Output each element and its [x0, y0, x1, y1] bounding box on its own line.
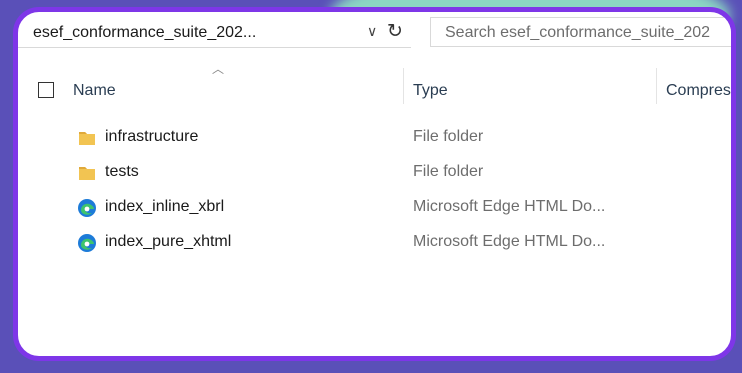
column-header-compressed[interactable]: Compres — [666, 82, 731, 100]
file-name: infrastructure — [105, 128, 199, 145]
list-item[interactable]: index_inline_xbrl Microsoft Edge HTML Do… — [18, 190, 731, 225]
select-all-checkbox[interactable] — [38, 82, 54, 98]
file-type: Microsoft Edge HTML Do... — [413, 198, 606, 215]
search-input[interactable]: Search esef_conformance_suite_202 — [430, 17, 731, 47]
folder-icon — [79, 167, 95, 180]
folder-icon — [79, 132, 95, 145]
column-header: ︿ Name Type Compres — [18, 62, 731, 112]
file-name: index_pure_xhtml — [105, 233, 232, 250]
path-chevron-icon[interactable]: › — [13, 22, 16, 43]
list-item[interactable]: index_pure_xhtml Microsoft Edge HTML Do.… — [18, 225, 731, 260]
file-name: index_inline_xbrl — [105, 198, 225, 215]
file-name: tests — [105, 163, 139, 180]
edge-icon — [78, 234, 96, 252]
column-divider[interactable] — [656, 68, 657, 104]
column-header-type[interactable]: Type — [413, 82, 448, 100]
file-type: File folder — [413, 163, 484, 180]
list-item[interactable]: infrastructure File folder — [18, 120, 731, 155]
address-path[interactable]: esef_conformance_suite_202... — [33, 24, 256, 42]
chevron-down-icon[interactable]: ∨ — [367, 23, 377, 40]
list-item[interactable]: tests File folder — [18, 155, 731, 190]
column-divider[interactable] — [403, 68, 404, 104]
address-bar[interactable]: › esef_conformance_suite_202... ∨ ↻ — [18, 17, 411, 48]
file-type: File folder — [413, 128, 484, 145]
column-header-name[interactable]: Name — [73, 82, 116, 100]
sort-up-icon: ︿ — [212, 62, 225, 76]
file-type: Microsoft Edge HTML Do... — [413, 233, 606, 250]
edge-icon — [78, 199, 96, 217]
refresh-icon[interactable]: ↻ — [387, 20, 403, 43]
search-placeholder: Search esef_conformance_suite_202 — [445, 24, 711, 41]
explorer-window: › esef_conformance_suite_202... ∨ ↻ Sear… — [13, 7, 736, 361]
